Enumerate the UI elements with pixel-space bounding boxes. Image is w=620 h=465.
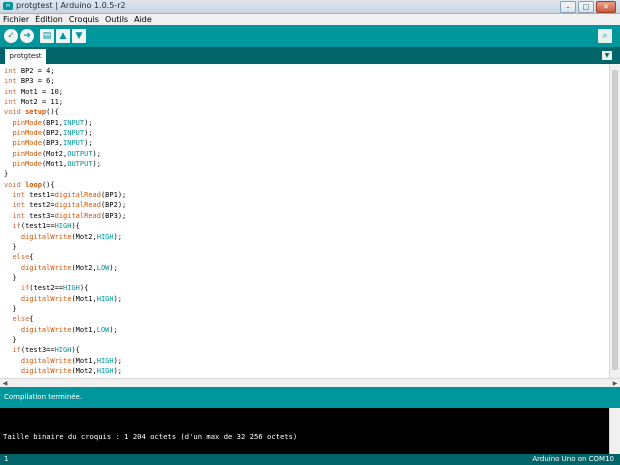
code-line[interactable]: }: [4, 304, 126, 314]
code-line[interactable]: digitalWrite(Mot1,LOW);: [4, 325, 126, 335]
code-line[interactable]: int test2=digitalRead(BP2);: [4, 200, 126, 210]
code-line[interactable]: int BP3 = 6;: [4, 76, 126, 86]
code-line[interactable]: }: [4, 169, 126, 179]
toolbar: ✓ ➜ ▤ ▲ ▼ ⌕: [0, 25, 620, 47]
code-line[interactable]: digitalWrite(Mot1,HIGH);: [4, 294, 126, 304]
code-line[interactable]: if(test1==HIGH){: [4, 221, 126, 231]
serial-monitor-button[interactable]: ⌕: [598, 29, 612, 43]
code-line[interactable]: digitalWrite(Mot2,HIGH);: [4, 232, 126, 242]
code-line[interactable]: pinMode(BP2,INPUT);: [4, 128, 126, 138]
code-line[interactable]: else{: [4, 314, 126, 324]
menu-croquis[interactable]: Croquis: [66, 15, 102, 24]
status-bar: Compilation terminée.: [0, 387, 620, 408]
minimize-button[interactable]: –: [560, 1, 576, 13]
window-controls: – □ ✕: [560, 1, 616, 13]
magnifier-icon: ⌕: [602, 31, 608, 41]
code-line[interactable]: void setup(){: [4, 107, 126, 117]
window-title: protgtest | Arduino 1.0.5-r2: [16, 1, 126, 10]
scroll-thumb[interactable]: [612, 70, 618, 370]
arduino-icon: ∞: [3, 2, 13, 10]
tab-protgtest[interactable]: protgtest: [5, 49, 46, 64]
menu-outils[interactable]: Outils: [102, 15, 131, 24]
close-button[interactable]: ✕: [596, 1, 616, 13]
code-text[interactable]: int BP2 = 4; int BP3 = 6; int Mot1 = 10; in…: [4, 66, 126, 376]
code-line[interactable]: if(test2==HIGH){: [4, 283, 126, 293]
code-line[interactable]: pinMode(BP3,INPUT);: [4, 138, 126, 148]
upload-button[interactable]: ➜: [20, 29, 34, 43]
console-scrollbar[interactable]: [609, 408, 620, 454]
code-line[interactable]: else{: [4, 252, 126, 262]
status-message: Compilation terminée.: [4, 393, 83, 401]
code-line[interactable]: digitalWrite(Mot1,HIGH);: [4, 356, 126, 366]
verify-button[interactable]: ✓: [4, 29, 18, 43]
maximize-button[interactable]: □: [578, 1, 594, 13]
code-line[interactable]: int test3=digitalRead(BP3);: [4, 211, 126, 221]
code-line[interactable]: void loop(){: [4, 180, 126, 190]
board-port-label: Arduino Uno on COM10: [532, 455, 614, 463]
code-editor[interactable]: int BP2 = 4; int BP3 = 6; int Mot1 = 10; in…: [0, 64, 620, 378]
code-line[interactable]: pinMode(Mot1,OUTPUT);: [4, 159, 126, 169]
console-line: Taille binaire du croquis : 1 204 octets…: [3, 432, 298, 441]
code-line[interactable]: digitalWrite(Mot2,LOW);: [4, 263, 126, 273]
footer-bar: 1 Arduino Uno on COM10: [0, 454, 620, 465]
menu-edition[interactable]: Édition: [32, 15, 66, 24]
code-line[interactable]: }: [4, 273, 126, 283]
code-line[interactable]: digitalWrite(Mot2,HIGH);: [4, 366, 126, 376]
console-output: Taille binaire du croquis : 1 204 octets…: [0, 408, 610, 454]
chevron-down-icon: ▼: [604, 52, 610, 59]
line-number: 1: [4, 455, 9, 463]
code-line[interactable]: int Mot1 = 10;: [4, 87, 126, 97]
save-button[interactable]: ▼: [72, 29, 86, 43]
open-button[interactable]: ▲: [56, 29, 70, 43]
code-line[interactable]: int test1=digitalRead(BP1);: [4, 190, 126, 200]
code-line[interactable]: if(test3==HIGH){: [4, 345, 126, 355]
code-line[interactable]: }: [4, 242, 126, 252]
menu-bar: Fichier Édition Croquis Outils Aide: [0, 14, 620, 25]
new-button[interactable]: ▤: [40, 29, 54, 43]
menu-fichier[interactable]: Fichier: [0, 15, 32, 24]
menu-aide[interactable]: Aide: [131, 15, 155, 24]
tab-bar: protgtest ▼: [0, 47, 620, 64]
code-line[interactable]: int Mot2 = 11;: [4, 97, 126, 107]
code-line[interactable]: int BP2 = 4;: [4, 66, 126, 76]
editor-vertical-scrollbar[interactable]: [609, 64, 620, 378]
window-titlebar: ∞ protgtest | Arduino 1.0.5-r2 – □ ✕: [0, 0, 620, 14]
code-line[interactable]: }: [4, 335, 126, 345]
code-line[interactable]: pinMode(BP1,INPUT);: [4, 118, 126, 128]
code-line[interactable]: pinMode(Mot2,OUTPUT);: [4, 149, 126, 159]
tab-menu-button[interactable]: ▼: [602, 51, 612, 60]
